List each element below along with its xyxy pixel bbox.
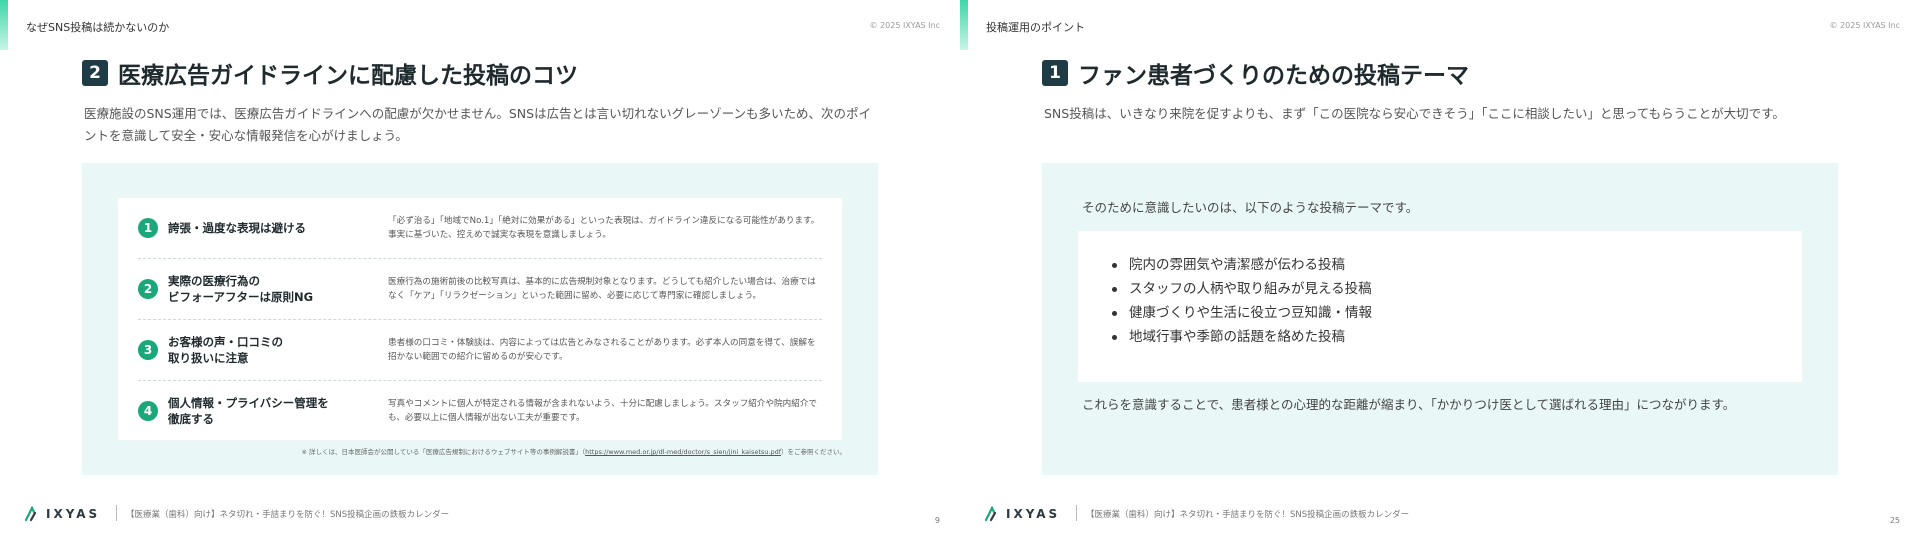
accent-bar (0, 0, 8, 50)
footer-document-title: 【医療業（歯科）向け】ネタ切れ・手詰まりを防ぐ！SNS投稿企画の鉄板カレンダー (1086, 510, 1410, 520)
tip-heading: 実際の医療行為の ビフォーアフターは原則NG (168, 274, 314, 304)
list-item: 院内の雰囲気や清潔感が伝わる投稿 (1112, 253, 1372, 277)
tip-description: 「必ず治る」「地域でNo.1」「絶対に効果がある」といった表現は、ガイドライン違… (388, 216, 820, 240)
footer-document-title: 【医療業（歯科）向け】ネタ切れ・手詰まりを防ぐ！SNS投稿企画の鉄板カレンダー (126, 510, 450, 520)
slide-page-9: なぜSNS投稿は続かないのか © 2025 IXYAS Inc 2 医療広告ガイ… (0, 0, 960, 540)
themes-box: 院内の雰囲気や清潔感が伝わる投稿 スタッフの人柄や取り組みが見える投稿 健康づく… (1078, 231, 1802, 382)
tip-description: 医療行為の施術前後の比較写真は、基本的に広告規制対象となります。どうしても紹介し… (388, 277, 816, 301)
tip-heading: 個人情報・プライバシー管理を 徹底する (168, 396, 329, 426)
logo-text: IXYAS (46, 507, 101, 521)
list-item: 健康づくりや生活に役立つ豆知識・情報 (1112, 301, 1372, 325)
intro-text: 医療施設のSNS運用では、医療広告ガイドラインへの配慮が欠かせません。SNSは広… (84, 106, 871, 143)
accent-bar (960, 0, 968, 50)
tip-description: 写真やコメントに個人が特定される情報が含まれないよう、十分に配慮しましょう。スタ… (388, 399, 818, 423)
ixyas-logo-icon (984, 506, 997, 522)
logo-text: IXYAS (1006, 507, 1061, 521)
title-number-badge: 2 (82, 60, 108, 86)
copyright: © 2025 IXYAS Inc (1829, 21, 1900, 30)
section-label: 投稿運用のポイント (986, 21, 1085, 34)
tip-number: 3 (138, 340, 158, 360)
ixyas-logo-icon (24, 506, 37, 522)
reference-link[interactable]: https://www.med.or.jp/dl-med/doctor/s_si… (585, 448, 781, 456)
bullet-icon (1112, 286, 1117, 292)
tips-card: 1 誇張・過度な表現は避ける 「必ず治る」「地域でNo.1」「絶対に効果がある」… (118, 198, 842, 440)
tip-description: 患者様の口コミ・体験談は、内容によっては広告とみなされることがあります。必ず本人… (388, 338, 816, 362)
section-label: なぜSNS投稿は続かないのか (26, 21, 170, 34)
tip-number: 4 (138, 401, 158, 421)
slide-title: 2 医療広告ガイドラインに配慮した投稿のコツ (82, 56, 578, 90)
closing-text: これらを意識することで、患者様との心理的な距離が縮まり、「かかりつけ医として選ば… (1082, 397, 1736, 412)
copyright: © 2025 IXYAS Inc (869, 21, 940, 30)
tip-number: 1 (138, 218, 158, 238)
tip-row-2: 2 実際の医療行為の ビフォーアフターは原則NG 医療行為の施術前後の比較写真は… (138, 259, 822, 320)
theme-list: 院内の雰囲気や清潔感が伝わる投稿 スタッフの人柄や取り組みが見える投稿 健康づく… (1112, 253, 1372, 349)
footer-divider (116, 505, 117, 521)
list-item-text: スタッフの人柄や取り組みが見える投稿 (1129, 281, 1372, 297)
tip-row-3: 3 お客様の声・口コミの 取り扱いに注意 患者様の口コミ・体験談は、内容によって… (138, 320, 822, 381)
tip-row-4: 4 個人情報・プライバシー管理を 徹底する 写真やコメントに個人が特定される情報… (138, 381, 822, 441)
tip-heading: お客様の声・口コミの 取り扱いに注意 (168, 335, 283, 365)
list-item: 地域行事や季節の話題を絡めた投稿 (1112, 325, 1372, 349)
themes-panel: そのために意識したいのは、以下のような投稿テーマです。 院内の雰囲気や清潔感が伝… (1042, 163, 1838, 475)
bullet-icon (1112, 262, 1117, 268)
footer-logo: IXYAS (24, 506, 100, 522)
page-number: 9 (934, 516, 940, 525)
list-item-text: 院内の雰囲気や清潔感が伝わる投稿 (1129, 257, 1345, 273)
page-number: 25 (1889, 516, 1900, 525)
note-prefix: ※ 詳しくは、日本医師会が公開している「医療広告規制におけるウェブサイト等の事例… (301, 448, 586, 456)
bullet-icon (1112, 310, 1117, 316)
tip-heading: 誇張・過度な表現は避ける (168, 221, 306, 235)
note-suffix: ）をご参照ください。 (781, 448, 846, 456)
slide-title: 1 ファン患者づくりのための投稿テーマ (1042, 56, 1469, 90)
list-item-text: 健康づくりや生活に役立つ豆知識・情報 (1129, 305, 1372, 321)
panel-lead: そのために意識したいのは、以下のような投稿テーマです。 (1082, 200, 1419, 215)
bullet-icon (1112, 334, 1117, 340)
footer-divider (1076, 505, 1077, 521)
slide-page-25: 投稿運用のポイント © 2025 IXYAS Inc 1 ファン患者づくりのため… (960, 0, 1920, 540)
tip-number: 2 (138, 279, 158, 299)
reference-note: ※ 詳しくは、日本医師会が公開している「医療広告規制におけるウェブサイト等の事例… (302, 446, 846, 456)
tips-panel: 1 誇張・過度な表現は避ける 「必ず治る」「地域でNo.1」「絶対に効果がある」… (82, 163, 878, 475)
list-item: スタッフの人柄や取り組みが見える投稿 (1112, 277, 1372, 301)
title-text: ファン患者づくりのための投稿テーマ (1078, 63, 1469, 89)
footer-logo: IXYAS (984, 506, 1060, 522)
title-text: 医療広告ガイドラインに配慮した投稿のコツ (118, 63, 578, 89)
title-number-badge: 1 (1042, 60, 1068, 86)
intro-text: SNS投稿は、いきなり来院を促すよりも、まず「この医院なら安心できそう」「ここに… (1044, 106, 1785, 121)
list-item-text: 地域行事や季節の話題を絡めた投稿 (1129, 329, 1345, 345)
tip-row-1: 1 誇張・過度な表現は避ける 「必ず治る」「地域でNo.1」「絶対に効果がある」… (138, 198, 822, 259)
